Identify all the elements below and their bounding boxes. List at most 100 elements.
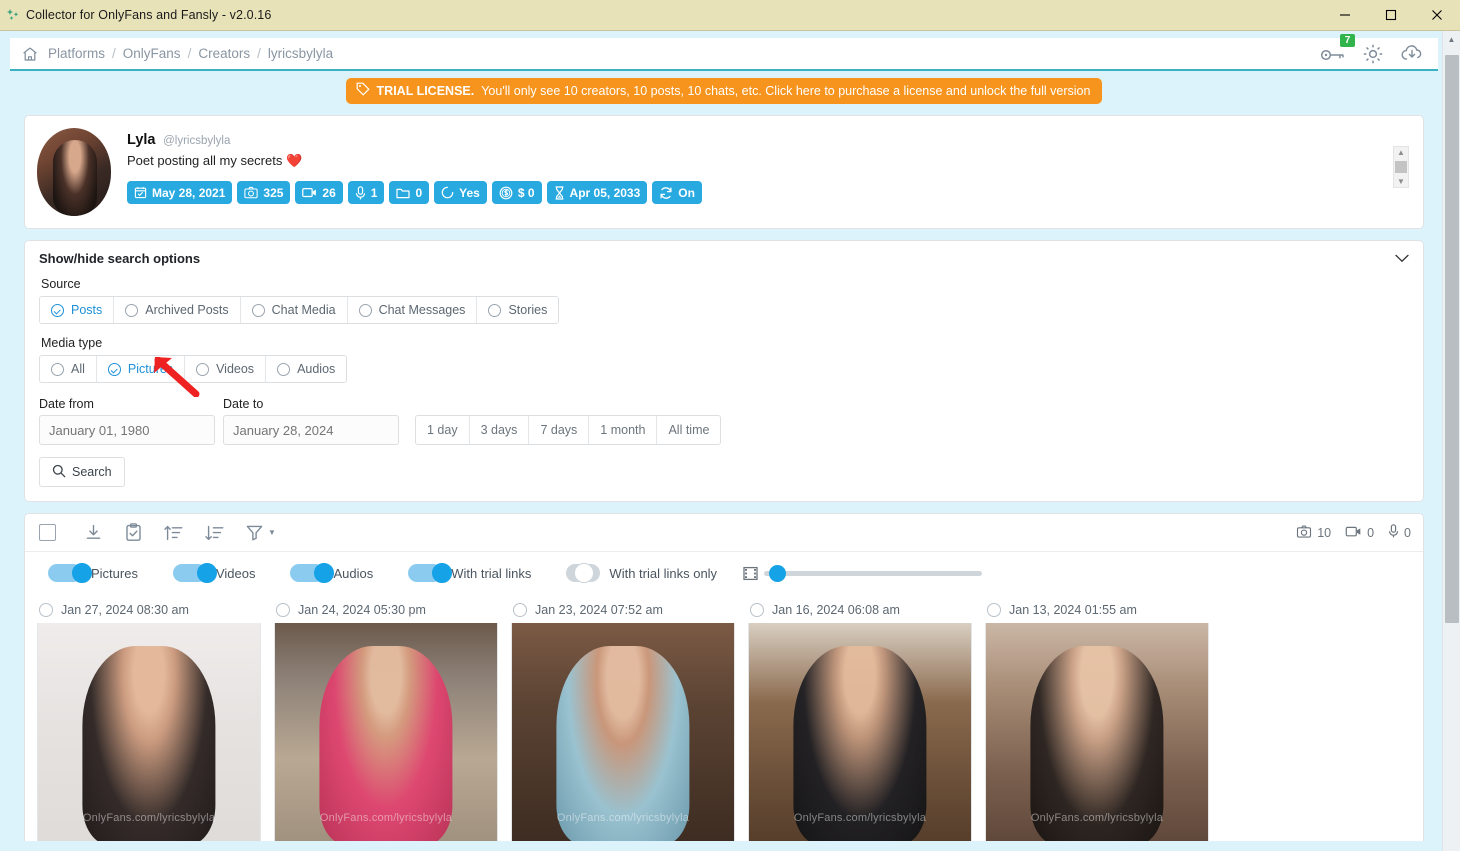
hourglass-icon — [554, 185, 565, 200]
scroll-up-icon[interactable]: ▲ — [1397, 149, 1405, 157]
quick-range-1-month[interactable]: 1 month — [589, 416, 658, 444]
media-thumbnail[interactable]: OnlyFans.com/lyricsbylyla — [511, 623, 735, 841]
toggle-switch[interactable] — [408, 563, 453, 583]
media-select-radio[interactable] — [39, 603, 53, 617]
quick-range-3-days[interactable]: 3 days — [469, 416, 530, 444]
creator-bio: Poet posting all my secrets ❤️ — [127, 153, 303, 168]
sort-ascending-button[interactable] — [164, 524, 183, 542]
scroll-thumb[interactable] — [1395, 161, 1407, 173]
toggle-switch[interactable] — [566, 563, 601, 583]
trial-banner-strong: TRIAL LICENSE. — [376, 83, 475, 98]
stat-badge-label: Apr 05, 2033 — [569, 185, 641, 200]
source-option-stories[interactable]: Stories — [477, 297, 559, 323]
chevron-down-icon: ▼ — [268, 528, 276, 537]
breadcrumb-item-creators[interactable]: Creators — [198, 46, 250, 61]
stat-badge-label: $ 0 — [517, 185, 535, 200]
toggle-switch[interactable] — [48, 563, 92, 583]
media-select-radio[interactable] — [513, 603, 527, 617]
breadcrumb-separator: / — [112, 46, 116, 61]
source-option-label: Stories — [508, 303, 548, 317]
thumbnail-size-slider[interactable] — [764, 564, 983, 582]
search-options-card: Show/hide search options Source Posts Ar… — [24, 240, 1424, 502]
media-type-option-pictures[interactable]: Pictures — [96, 356, 186, 382]
breadcrumb-bar: Platforms / OnlyFans / Creators / lyrics… — [10, 33, 1438, 71]
page-scrollbar[interactable]: ▲ — [1442, 31, 1460, 851]
download-button[interactable] — [84, 523, 103, 542]
media-thumbnail[interactable]: OnlyFans.com/lyricsbylyla — [985, 623, 1209, 841]
toggle-videos[interactable]: Videos — [164, 563, 255, 583]
radio-icon — [251, 303, 265, 317]
media-type-option-all[interactable]: All — [40, 356, 97, 382]
toggle-pictures[interactable]: Pictures — [39, 563, 138, 583]
radio-icon — [358, 303, 372, 317]
breadcrumb-item-creator[interactable]: lyricsbylyla — [268, 46, 333, 61]
counter-videos: 0 — [1345, 526, 1374, 540]
toggle-label: Pictures — [91, 565, 138, 581]
media-select-radio[interactable] — [750, 603, 764, 617]
chevron-down-icon[interactable] — [1395, 251, 1409, 266]
source-option-chat-messages[interactable]: Chat Messages — [347, 297, 478, 323]
video-icon — [302, 187, 317, 198]
microphone-icon — [355, 185, 366, 200]
media-type-option-videos[interactable]: Videos — [185, 356, 267, 382]
trial-license-banner[interactable]: TRIAL LICENSE. You'll only see 10 creato… — [345, 78, 1103, 104]
slider-thumb[interactable] — [769, 564, 787, 582]
select-all-checkbox[interactable] — [39, 524, 56, 541]
close-button[interactable] — [1414, 0, 1460, 31]
radio-icon — [51, 303, 64, 317]
media-thumbnail[interactable]: OnlyFans.com/lyricsbylyla — [37, 623, 261, 841]
media-select-radio[interactable] — [987, 603, 1001, 617]
toggle-with-trial-links-only[interactable]: With trial links only — [557, 563, 718, 583]
stat-badge-expires: Apr 05, 2033 — [546, 181, 648, 204]
quick-range-7-days[interactable]: 7 days — [529, 416, 590, 444]
toggle-switch[interactable] — [290, 563, 335, 583]
media-card: Jan 16, 2024 06:08 am OnlyFans.com/lyric… — [748, 600, 972, 841]
media-thumbnail[interactable]: OnlyFans.com/lyricsbylyla — [274, 623, 498, 841]
media-type-option-audios[interactable]: Audios — [266, 356, 347, 382]
stat-badge-renew: On — [652, 181, 702, 204]
dollar-coin-icon — [499, 186, 513, 200]
camera-icon — [244, 186, 259, 199]
breadcrumb-item-onlyfans[interactable]: OnlyFans — [123, 46, 181, 61]
spinner-icon — [441, 186, 454, 199]
home-icon[interactable] — [22, 46, 38, 62]
media-type-radio-group: All Pictures Videos Audios — [39, 355, 348, 383]
toggle-with-trial-links[interactable]: With trial links — [399, 563, 531, 583]
source-option-archived-posts[interactable]: Archived Posts — [114, 297, 241, 323]
toggle-audios[interactable]: Audios — [281, 563, 373, 583]
date-to-input[interactable] — [223, 415, 399, 445]
creator-name: Lyla — [127, 132, 156, 148]
scroll-up-icon[interactable]: ▲ — [1443, 31, 1460, 48]
media-thumbnail[interactable]: OnlyFans.com/lyricsbylyla — [748, 623, 972, 841]
cloud-download-icon[interactable] — [1400, 44, 1424, 64]
source-option-chat-media[interactable]: Chat Media — [240, 297, 348, 323]
quick-range-group: 1 day 3 days 7 days 1 month All time — [415, 415, 722, 445]
tag-icon — [356, 82, 370, 99]
search-button[interactable]: Search — [39, 457, 125, 487]
maximize-button[interactable] — [1368, 0, 1414, 31]
sort-descending-button[interactable] — [205, 524, 224, 542]
search-options-toggle[interactable]: Show/hide search options — [25, 241, 1423, 274]
minimize-button[interactable] — [1322, 0, 1368, 31]
scroll-down-icon[interactable]: ▼ — [1397, 178, 1405, 186]
media-select-radio[interactable] — [276, 603, 290, 617]
toggle-label: With trial links only — [609, 565, 718, 581]
quick-range-1-day[interactable]: 1 day — [416, 416, 470, 444]
bio-scrollbar[interactable]: ▲ ▼ — [1393, 146, 1409, 188]
gear-icon[interactable] — [1362, 43, 1384, 65]
watermark: OnlyFans.com/lyricsbylyla — [319, 812, 453, 824]
source-option-label: Chat Messages — [378, 303, 466, 317]
scroll-thumb[interactable] — [1445, 55, 1459, 623]
toggle-switch[interactable] — [172, 563, 217, 583]
source-option-posts[interactable]: Posts — [40, 297, 115, 323]
quick-range-all-time[interactable]: All time — [657, 416, 721, 444]
key-icon[interactable]: 7 — [1320, 33, 1355, 63]
filter-dropdown[interactable]: ▼ — [246, 524, 276, 541]
breadcrumb-item-platforms[interactable]: Platforms — [48, 46, 105, 61]
stat-badge-subscribed: Yes — [434, 181, 487, 204]
video-icon — [1345, 526, 1362, 540]
media-type-option-label: Pictures — [127, 362, 174, 376]
clipboard-check-button[interactable] — [125, 523, 142, 542]
date-from-input[interactable] — [39, 415, 215, 445]
breadcrumb-separator: / — [257, 46, 261, 61]
